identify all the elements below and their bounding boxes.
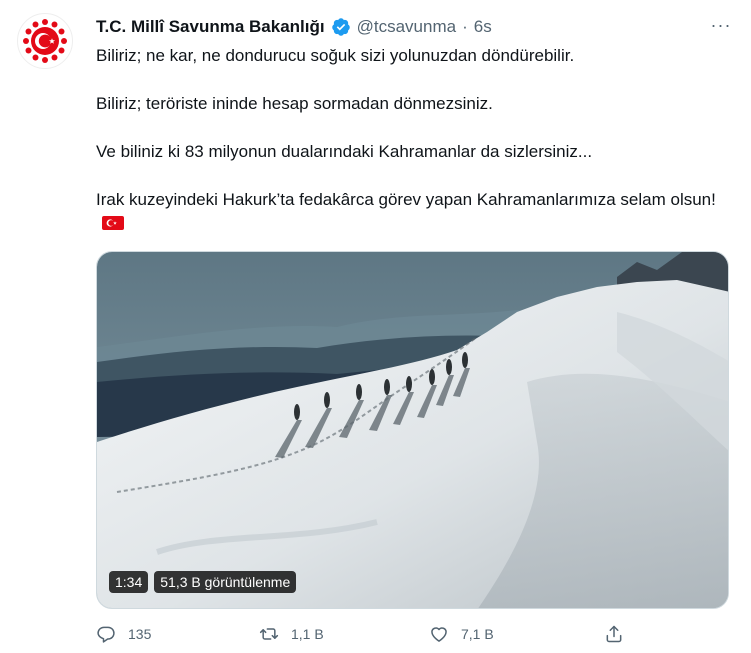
separator-dot: · bbox=[462, 17, 468, 36]
verified-badge-icon bbox=[331, 17, 351, 37]
tweet-paragraph-1: Biliriz; ne kar, ne dondurucu soğuk sizi… bbox=[96, 46, 575, 65]
tweet-header: T.C. Millî Savunma Bakanlığı @tcsavunma … bbox=[96, 16, 492, 38]
video-info-overlay: 1:34 51,3 B görüntülenme bbox=[109, 571, 297, 593]
share-icon bbox=[606, 625, 622, 643]
tweet: T.C. Millî Savunma Bakanlığı @tcsavunma … bbox=[0, 0, 751, 653]
avatar[interactable] bbox=[17, 13, 73, 69]
tweet-actions: 135 1,1 B 7,1 B bbox=[96, 624, 636, 646]
tweet-timestamp[interactable]: 6s bbox=[474, 17, 492, 37]
heart-icon bbox=[431, 627, 447, 642]
tweet-paragraph-3: Ve biliniz ki 83 milyonun dualarındaki K… bbox=[96, 142, 593, 161]
reply-button[interactable]: 135 bbox=[96, 624, 151, 644]
retweet-button[interactable]: 1,1 B bbox=[259, 624, 324, 644]
share-button[interactable] bbox=[604, 624, 624, 644]
author-name[interactable]: T.C. Millî Savunma Bakanlığı bbox=[96, 17, 325, 37]
video-player[interactable]: 1:34 51,3 B görüntülenme bbox=[96, 251, 729, 609]
tweet-text: Biliriz; ne kar, ne dondurucu soğuk sizi… bbox=[96, 44, 726, 236]
video-duration: 1:34 bbox=[109, 571, 149, 593]
like-count: 7,1 B bbox=[461, 626, 494, 642]
retweet-count: 1,1 B bbox=[291, 626, 324, 642]
tweet-paragraph-4-text: Irak kuzeyindeki Hakurk’ta fedakârca gör… bbox=[96, 190, 716, 209]
turkey-flag-icon bbox=[102, 213, 124, 230]
reply-icon bbox=[97, 626, 115, 643]
video-view-count: 51,3 B görüntülenme bbox=[154, 571, 297, 593]
video-thumbnail bbox=[97, 252, 728, 608]
tweet-paragraph-2: Biliriz; teröriste ininde hesap sormadan… bbox=[96, 94, 493, 113]
msb-emblem-icon bbox=[23, 19, 67, 63]
tweet-paragraph-4: Irak kuzeyindeki Hakurk’ta fedakârca gör… bbox=[96, 188, 726, 236]
like-button[interactable]: 7,1 B bbox=[429, 624, 494, 644]
reply-count: 135 bbox=[128, 626, 152, 642]
author-handle[interactable]: @tcsavunma bbox=[357, 17, 456, 37]
more-options-icon[interactable]: ··· bbox=[705, 12, 737, 38]
retweet-icon bbox=[259, 628, 279, 640]
